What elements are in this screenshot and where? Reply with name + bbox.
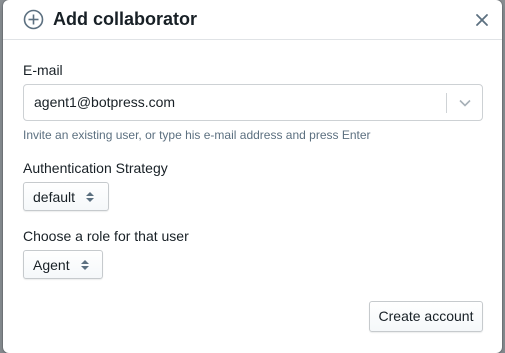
chevron-down-icon[interactable] bbox=[458, 96, 472, 110]
role-select[interactable]: Agent bbox=[23, 250, 103, 279]
dialog-header: Add collaborator bbox=[3, 0, 502, 40]
email-helper-text: Invite an existing user, or type his e-m… bbox=[23, 128, 371, 142]
auth-strategy-label: Authentication Strategy bbox=[23, 160, 168, 176]
email-label: E-mail bbox=[23, 62, 63, 78]
sort-icon bbox=[81, 260, 89, 270]
field-separator bbox=[446, 93, 447, 113]
role-value: Agent bbox=[33, 257, 70, 273]
email-field[interactable]: agent1@botpress.com bbox=[23, 84, 483, 121]
sort-icon bbox=[86, 192, 94, 202]
add-collaborator-dialog: Add collaborator E-mail agent1@botpress.… bbox=[3, 0, 502, 353]
auth-strategy-value: default bbox=[33, 189, 76, 205]
email-value[interactable]: agent1@botpress.com bbox=[34, 94, 175, 111]
role-label: Choose a role for that user bbox=[23, 228, 189, 244]
plus-circle-icon bbox=[23, 9, 44, 30]
dialog-title: Add collaborator bbox=[53, 9, 198, 29]
close-icon[interactable] bbox=[474, 12, 490, 28]
create-account-button[interactable]: Create account bbox=[369, 301, 483, 332]
auth-strategy-select[interactable]: default bbox=[23, 182, 109, 211]
